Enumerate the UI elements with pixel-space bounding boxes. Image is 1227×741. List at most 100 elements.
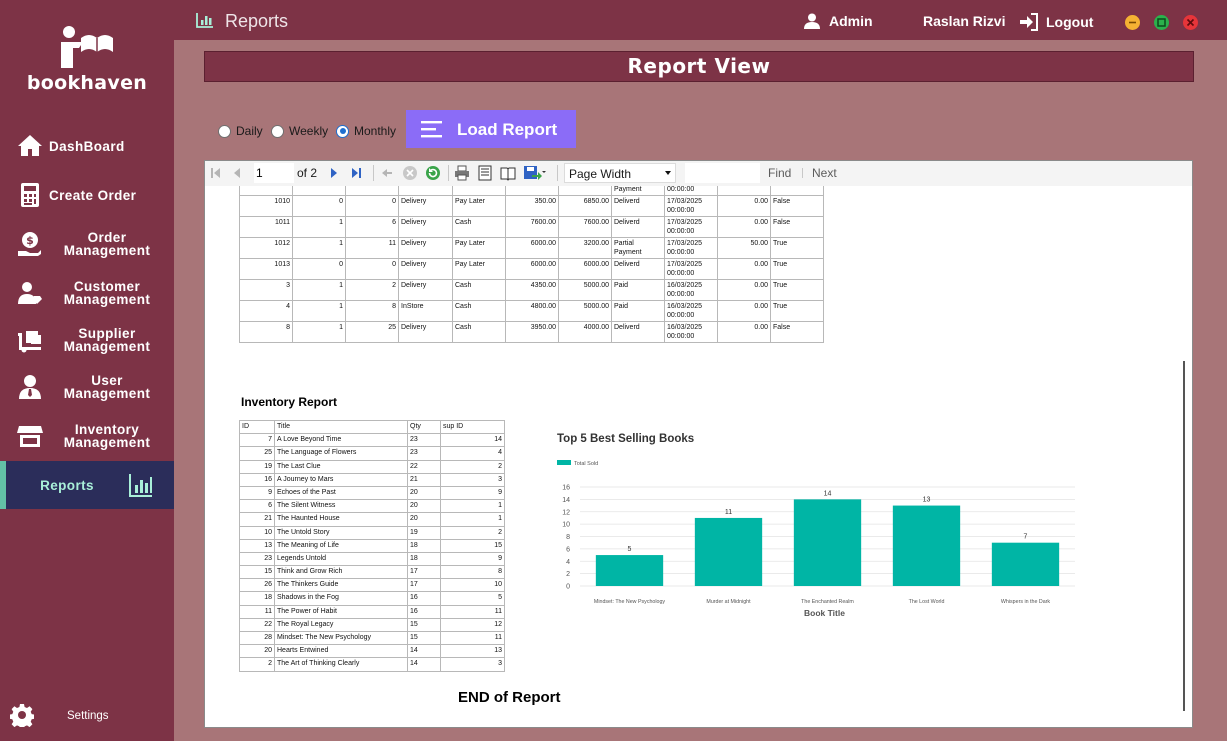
y-tick-label: 4	[566, 559, 570, 566]
find-input[interactable]	[685, 163, 760, 183]
user-tie-icon	[17, 374, 43, 400]
table-cell: The Meaning of Life	[274, 538, 408, 553]
radio-monthly-dot[interactable]	[336, 124, 349, 138]
reports-chart-icon	[196, 12, 214, 28]
table-cell: 8	[239, 321, 293, 343]
load-report-button[interactable]: Load Report	[406, 110, 576, 148]
radio-daily-dot[interactable]	[218, 124, 231, 138]
table-cell: 3	[440, 657, 505, 672]
nav-inventory-management[interactable]: Inventory Management	[0, 413, 174, 459]
nav-customer-management[interactable]: Customer Management	[0, 270, 174, 316]
table-cell: 1011	[239, 216, 293, 238]
y-tick-label: 14	[562, 497, 570, 504]
legend-label: Total Sold	[574, 461, 598, 467]
print-icon[interactable]	[454, 165, 470, 181]
refresh-icon[interactable]	[425, 165, 441, 181]
vertical-scrollbar[interactable]	[1183, 361, 1185, 711]
y-tick-label: 10	[562, 522, 570, 529]
table-cell: 13	[440, 644, 505, 659]
table-cell: 19	[239, 459, 275, 474]
stop-icon[interactable]	[402, 165, 418, 181]
chevron-down-icon	[665, 171, 671, 175]
radio-daily[interactable]: Daily	[218, 124, 263, 138]
table-cell: 18	[407, 551, 441, 567]
nav-inventory-management-label: Inventory Management	[63, 422, 151, 450]
nav-order-management[interactable]: $ Order Management	[0, 221, 174, 267]
table-cell: Mindset: The New Psychology	[274, 630, 408, 646]
page-number-input[interactable]	[254, 163, 294, 183]
maximize-button[interactable]	[1154, 15, 1169, 30]
table-cell: 22	[407, 459, 441, 474]
close-icon	[1186, 18, 1195, 27]
back-icon[interactable]	[379, 165, 395, 181]
nav-user-management[interactable]: User Management	[0, 364, 174, 410]
logout-button[interactable]: Logout	[1019, 13, 1093, 31]
y-tick-label: 6	[566, 546, 570, 553]
settings-button[interactable]: Settings	[0, 700, 174, 730]
nav-reports[interactable]: Reports	[0, 461, 174, 509]
last-page-icon[interactable]	[348, 165, 364, 181]
export-icon[interactable]	[523, 165, 547, 181]
table-cell: 18	[239, 591, 275, 606]
table-cell: Delivery	[398, 258, 453, 280]
table-cell: 0.00	[717, 195, 771, 217]
table-cell: 20	[407, 499, 441, 514]
radio-weekly-dot[interactable]	[271, 124, 284, 138]
table-cell: 1012	[239, 237, 293, 259]
table-cell: Echoes of the Past	[274, 485, 408, 501]
close-button[interactable]	[1183, 15, 1198, 30]
table-cell: 17/03/2025 00:00:00	[664, 186, 718, 196]
best-sellers-chart: Top 5 Best Selling Books Total Sold 0 2 4 6 8 1…	[557, 433, 1075, 618]
content-panel: Report View Daily Weekly Monthly Load Re…	[174, 40, 1227, 741]
inventory-report-title: Inventory Report	[241, 395, 338, 409]
table-cell: 0.00	[717, 216, 771, 238]
previous-page-icon[interactable]	[229, 165, 245, 181]
table-cell: 3	[239, 279, 293, 301]
table-cell: 18	[407, 538, 441, 553]
table-row: 4 1 8 InStore Cash 4800.00 5000.00 Paid 16/03/20…	[239, 300, 824, 322]
user-name: Raslan Rizvi	[923, 13, 1006, 29]
radio-monthly[interactable]: Monthly	[336, 124, 396, 138]
table-cell: 1	[292, 321, 346, 343]
table-cell: Delivery	[398, 195, 453, 217]
table-cell: 3	[440, 472, 505, 487]
table-row: 19 The Last Clue 22 2	[239, 459, 505, 474]
table-header-row: ID Title Qty sup ID	[239, 419, 505, 435]
table-cell: 2	[440, 459, 505, 474]
dolly-icon	[17, 327, 43, 353]
table-cell: 2	[440, 525, 505, 540]
x-axis-title: Book Title	[804, 608, 845, 618]
bar-chart-icon	[128, 472, 154, 498]
zoom-value: Page Width	[569, 167, 632, 181]
nav-supplier-management[interactable]: Supplier Management	[0, 317, 174, 363]
find-next-button[interactable]: Next	[812, 166, 837, 180]
table-cell: 15	[407, 630, 441, 646]
table-cell: 0	[292, 195, 346, 217]
nav-create-order-label: Create Order	[49, 187, 137, 203]
minimize-button[interactable]	[1125, 15, 1140, 30]
first-page-icon[interactable]	[208, 165, 224, 181]
nav-create-order[interactable]: Create Order	[0, 172, 174, 218]
orders-table: 1009111DeliveryPay Later5050.002550.00Pa…	[239, 186, 824, 343]
minimize-icon	[1129, 21, 1136, 24]
x-tick-label: Mindset: The New Psychology	[594, 599, 666, 605]
page-setup-icon[interactable]	[500, 165, 516, 181]
table-cell: False	[770, 321, 824, 343]
radio-weekly[interactable]: Weekly	[271, 124, 328, 138]
zoom-select[interactable]: Page Width	[564, 163, 676, 183]
table-cell: 6850.00	[558, 195, 612, 217]
x-tick-label: The Enchanted Realm	[801, 599, 854, 605]
table-cell: Deliverd	[611, 216, 665, 238]
find-button[interactable]: Find	[768, 166, 791, 180]
table-cell: Think and Grow Rich	[274, 565, 408, 580]
x-tick-label: Murder at Midnight	[706, 599, 751, 605]
table-cell: 1010	[239, 195, 293, 217]
bar	[694, 517, 763, 586]
table-cell: The Royal Legacy	[274, 617, 408, 633]
next-page-icon[interactable]	[326, 165, 342, 181]
table-cell: 10	[440, 578, 505, 593]
bar	[595, 555, 664, 586]
print-layout-icon[interactable]	[477, 165, 493, 181]
nav-dashboard[interactable]: DashBoard	[0, 123, 174, 169]
table-cell: Cash	[452, 300, 506, 322]
